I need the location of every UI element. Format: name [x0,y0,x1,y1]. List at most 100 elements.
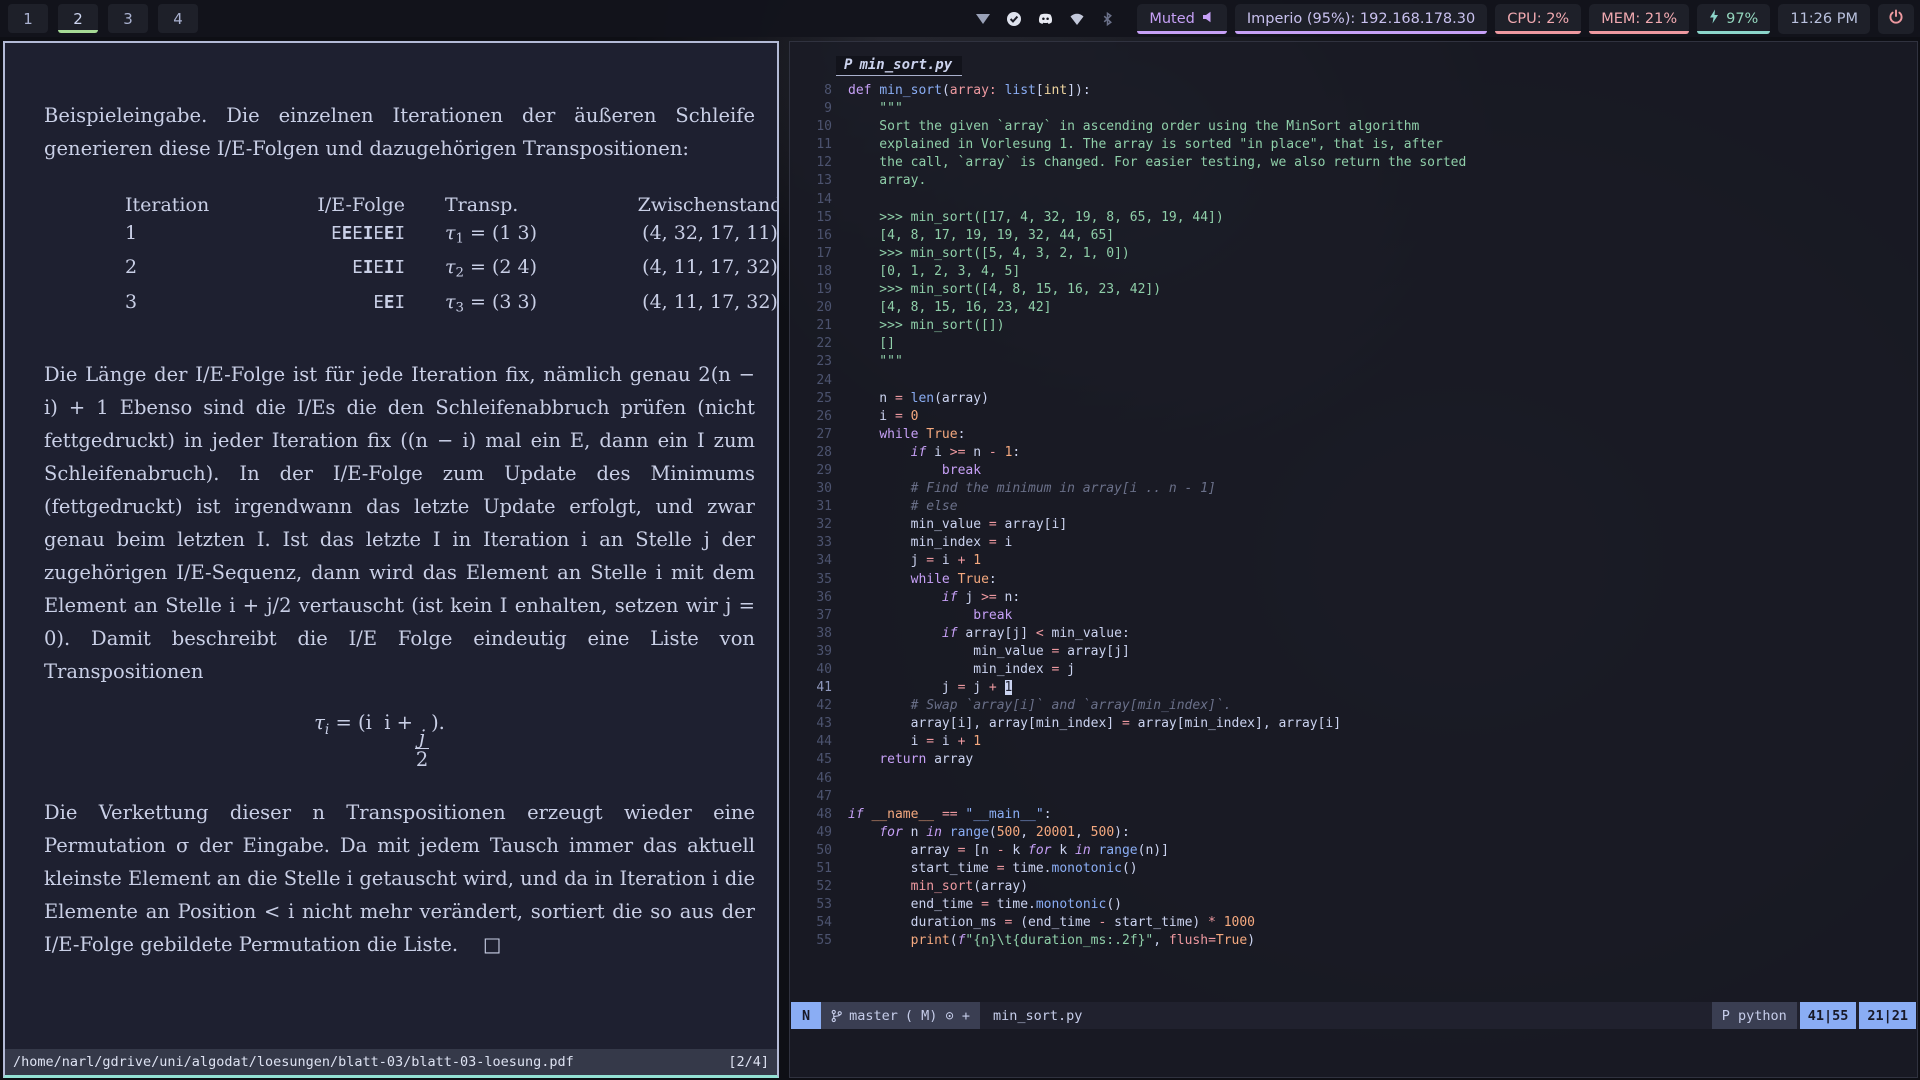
battery-label: 97% [1726,11,1758,27]
code-line[interactable]: 33 min_index = i [790,534,1917,552]
code-line[interactable]: 10 Sort the given `array` in ascending o… [790,118,1917,136]
line-number: 19 [790,281,848,299]
line-number: 14 [790,191,848,209]
workspace-button-1[interactable]: 1 [8,4,48,33]
code-line[interactable]: 43 array[i], array[min_index] = array[mi… [790,715,1917,733]
workspace-button-4[interactable]: 4 [158,4,198,33]
line-number: 54 [790,914,848,932]
code-line[interactable]: 48if __name__ == "__main__": [790,806,1917,824]
code-line-text: min_value = array[i] [848,516,1067,534]
code-line[interactable]: 8def min_sort(array: list[int]): [790,82,1917,100]
table-cell-iteration: 2 [125,253,285,287]
code-line[interactable]: 9 """ [790,100,1917,118]
git-branch-name: master [849,1008,898,1024]
code-line[interactable]: 15 >>> min_sort([17, 4, 32, 19, 8, 65, 1… [790,209,1917,227]
code-line[interactable]: 16 [4, 8, 17, 19, 19, 32, 44, 65] [790,227,1917,245]
code-line[interactable]: 23 """ [790,353,1917,371]
code-line-text: while True: [848,426,965,444]
pdf-page[interactable]: Beispieleingabe. Die einzelnen Iteration… [5,43,777,1049]
code-line[interactable]: 34 j = i + 1 [790,552,1917,570]
code-line[interactable]: 35 while True: [790,571,1917,589]
code-line[interactable]: 39 min_value = array[j] [790,643,1917,661]
code-line[interactable]: 17 >>> min_sort([5, 4, 3, 2, 1, 0]) [790,245,1917,263]
code-line[interactable]: 50 array = [n - k for k in range(n)] [790,842,1917,860]
power-button[interactable] [1878,4,1914,34]
code-line[interactable]: 13 array. [790,172,1917,190]
code-line-text: if i >= n - 1: [848,444,1020,462]
code-line[interactable]: 19 >>> min_sort([4, 8, 15, 16, 23, 42]) [790,281,1917,299]
code-line[interactable]: 51 start_time = time.monotonic() [790,860,1917,878]
code-line[interactable]: 30 # Find the minimum in array[i .. n - … [790,480,1917,498]
code-line[interactable]: 55 print(f"{n}\t{duration_ms:.2f}", flus… [790,932,1917,950]
code-line-text: while True: [848,571,997,589]
code-line[interactable]: 40 min_index = j [790,661,1917,679]
code-line-text: def min_sort(array: list[int]): [848,82,1091,100]
editor-winbar: Pmin_sort.py [790,42,1917,78]
line-number: 43 [790,715,848,733]
table-cell-iteration: 3 [125,288,285,322]
code-line[interactable]: 32 min_value = array[i] [790,516,1917,534]
line-number: 25 [790,390,848,408]
discord-icon[interactable] [1037,11,1054,26]
code-line[interactable]: 47 [790,788,1917,806]
code-line[interactable]: 28 if i >= n - 1: [790,444,1917,462]
code-line[interactable]: 42 # Swap `array[i]` and `array[min_inde… [790,697,1917,715]
line-number: 36 [790,589,848,607]
line-number: 20 [790,299,848,317]
workspace-button-2[interactable]: 2 [58,4,98,33]
code-line-text: [4, 8, 17, 19, 19, 32, 44, 65] [848,227,1114,245]
cpu-module[interactable]: CPU: 2% [1495,4,1581,34]
code-line[interactable]: 18 [0, 1, 2, 3, 4, 5] [790,263,1917,281]
line-number: 49 [790,824,848,842]
code-line[interactable]: 11 explained in Vorlesung 1. The array i… [790,136,1917,154]
editor-tab[interactable]: Pmin_sort.py [836,56,962,76]
line-number: 30 [790,480,848,498]
volume-module[interactable]: Muted [1137,4,1227,34]
code-area[interactable]: 8def min_sort(array: list[int]):9 """10 … [790,82,1917,951]
dropdown-triangle-icon[interactable] [975,11,991,26]
code-line[interactable]: 24 [790,372,1917,390]
line-number: 47 [790,788,848,806]
line-number: 18 [790,263,848,281]
bluetooth-icon[interactable] [1100,11,1115,27]
line-number: 48 [790,806,848,824]
code-line[interactable]: 12 the call, `array` is changed. For eas… [790,154,1917,172]
code-line[interactable]: 20 [4, 8, 15, 16, 23, 42] [790,299,1917,317]
code-line[interactable]: 45 return array [790,751,1917,769]
battery-module[interactable]: 97% [1697,4,1770,34]
code-line[interactable]: 44 i = i + 1 [790,733,1917,751]
verified-badge-icon[interactable] [1006,11,1022,27]
code-line[interactable]: 26 i = 0 [790,408,1917,426]
line-number: 33 [790,534,848,552]
code-line[interactable]: 29 break [790,462,1917,480]
workspace-button-3[interactable]: 3 [108,4,148,33]
code-line[interactable]: 38 if array[j] < min_value: [790,625,1917,643]
memory-module[interactable]: MEM: 21% [1589,4,1689,34]
code-line[interactable]: 21 >>> min_sort([]) [790,317,1917,335]
code-line[interactable]: 27 while True: [790,426,1917,444]
code-line[interactable]: 54 duration_ms = (end_time - start_time)… [790,914,1917,932]
code-line[interactable]: 46 [790,770,1917,788]
code-line[interactable]: 37 break [790,607,1917,625]
code-line[interactable]: 53 end_time = time.monotonic() [790,896,1917,914]
line-number: 13 [790,172,848,190]
code-line-text: j = j + 1 [848,679,1012,697]
code-line[interactable]: 36 if j >= n: [790,589,1917,607]
code-line[interactable]: 49 for n in range(500, 20001, 500): [790,824,1917,842]
code-line-text: break [848,607,1012,625]
line-number: 37 [790,607,848,625]
code-line[interactable]: 14 [790,191,1917,209]
clock-module[interactable]: 11:26 PM [1778,4,1870,34]
code-line[interactable]: 22 [] [790,335,1917,353]
code-line[interactable]: 31 # else [790,498,1917,516]
wifi-icon[interactable] [1069,12,1085,26]
formula-tau-sub: i [325,722,329,738]
code-line-text: [] [848,335,895,353]
code-line[interactable]: 41 j = j + 1 [790,679,1917,697]
network-label: Imperio (95%): 192.168.178.30 [1247,11,1475,27]
line-number: 22 [790,335,848,353]
code-line[interactable]: 25 n = len(array) [790,390,1917,408]
line-number: 44 [790,733,848,751]
code-line[interactable]: 52 min_sort(array) [790,878,1917,896]
network-module[interactable]: Imperio (95%): 192.168.178.30 [1235,4,1487,34]
